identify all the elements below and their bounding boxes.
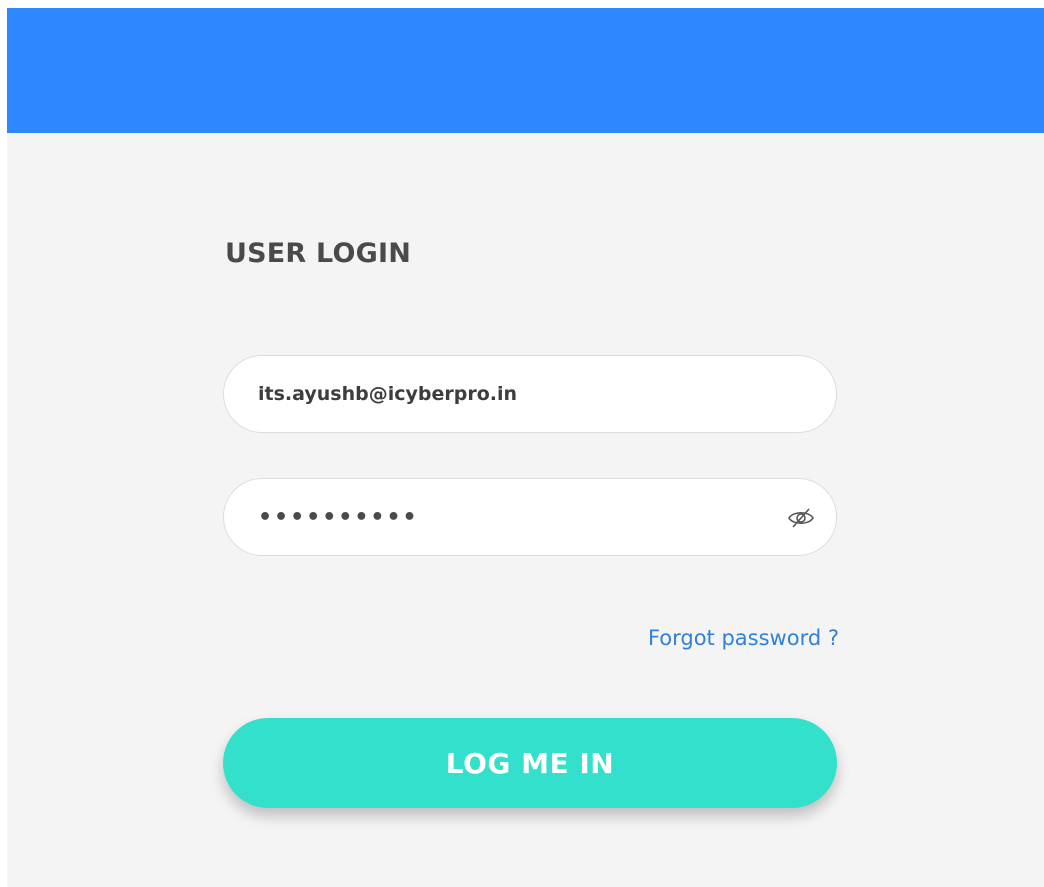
page-title: USER LOGIN xyxy=(225,238,412,269)
header-bar xyxy=(7,8,1044,133)
login-page: USER LOGIN Forgot password ? LOG ME IN xyxy=(7,8,1044,887)
password-field[interactable] xyxy=(224,479,836,555)
email-field-wrapper xyxy=(223,355,837,433)
forgot-password-link[interactable]: Forgot password ? xyxy=(611,626,839,650)
eye-slash-icon[interactable] xyxy=(786,503,816,533)
password-field-wrapper xyxy=(223,478,837,556)
email-field[interactable] xyxy=(224,356,836,432)
login-button[interactable]: LOG ME IN xyxy=(223,718,837,808)
